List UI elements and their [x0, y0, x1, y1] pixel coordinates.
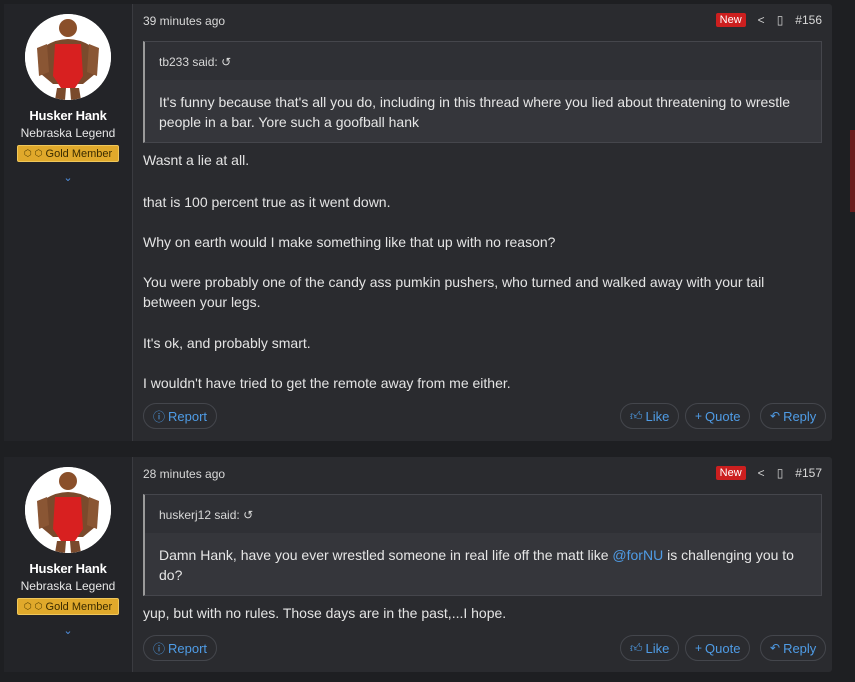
like-button[interactable]: 👍︎ Like [620, 635, 680, 661]
post-157: Husker Hank Nebraska Legend ⬡ ⬡ Gold Mem… [4, 457, 832, 672]
new-badge: New [715, 466, 746, 480]
like-label: Like [645, 408, 670, 424]
like-button[interactable]: 👍︎ Like [620, 403, 680, 429]
user-panel: Husker Hank Nebraska Legend ⬡ ⬡ Gold Mem… [4, 4, 133, 441]
avatar[interactable] [25, 467, 111, 553]
body-paragraph: It's ok, and probably smart. [143, 335, 311, 351]
quote-author[interactable]: huskerj12 said: [159, 508, 240, 522]
post-meta: 28 minutes ago New < ▯ #157 [143, 466, 822, 483]
thumbs-up-icon: 👍︎ [630, 408, 643, 423]
report-label: Report [168, 640, 208, 656]
quote-block: huskerj12 said: ↺ Damn Hank, have you ev… [143, 494, 822, 596]
bookmark-icon[interactable]: ▯ [777, 13, 784, 27]
new-badge: New [715, 13, 746, 27]
quote-author[interactable]: tb233 said: [159, 55, 218, 69]
body-paragraph: yup, but with no rules. Those days are i… [143, 605, 507, 621]
user-mention-link[interactable]: @forNU [612, 547, 663, 563]
post-actions: ⓘ Report 👍︎ Like + Quote ↶ Reply [143, 403, 827, 429]
chevron-down-icon[interactable]: ⌄ [63, 171, 72, 184]
post-time[interactable]: 28 minutes ago [143, 467, 225, 481]
avatar-image [25, 467, 111, 553]
report-button[interactable]: ⓘ Report [143, 403, 218, 429]
info-icon: ⓘ [153, 641, 166, 656]
share-icon[interactable]: < [758, 13, 765, 27]
plus-icon: + [695, 641, 703, 655]
return-arrow-icon[interactable]: ↺ [243, 508, 253, 522]
avatar-image [25, 14, 111, 100]
body-paragraph: Why on earth would I make something like… [143, 234, 556, 250]
user-title: Nebraska Legend [20, 579, 116, 593]
quote-button[interactable]: + Quote [685, 635, 751, 661]
badge-label: Gold Member [45, 600, 113, 613]
post-main: 28 minutes ago New < ▯ #157 huskerj12 sa… [133, 457, 832, 672]
post-main: 39 minutes ago New < ▯ #156 tb233 said: … [133, 4, 832, 441]
body-paragraph: Wasnt a lie at all. [143, 152, 250, 168]
quote-label: Quote [705, 408, 741, 424]
quote-text-before: Damn Hank, have you ever wrestled someon… [159, 547, 613, 563]
username[interactable]: Husker Hank [29, 561, 106, 576]
body-paragraph: that is 100 percent true as it went down… [143, 194, 391, 210]
post-156: Husker Hank Nebraska Legend ⬡ ⬡ Gold Mem… [4, 4, 832, 441]
username[interactable]: Husker Hank [29, 108, 106, 123]
post-meta: 39 minutes ago New < ▯ #156 [143, 13, 822, 30]
chevron-down-icon[interactable]: ⌄ [63, 624, 72, 637]
reply-label: Reply [783, 408, 817, 424]
shield-icon: ⬡ [23, 148, 32, 158]
scrollbar-thumb[interactable] [850, 130, 855, 212]
shield-icon: ⬡ [23, 601, 32, 611]
avatar[interactable] [25, 14, 111, 100]
quote-text: It's funny because that's all you do, in… [145, 80, 821, 142]
quote-header: tb233 said: ↺ [145, 42, 821, 80]
body-paragraph: You were probably one of the candy ass p… [143, 274, 765, 310]
post-number[interactable]: #156 [795, 13, 822, 27]
shield-icon: ⬡ [34, 148, 43, 158]
member-badge: ⬡ ⬡ Gold Member [16, 145, 120, 162]
reply-icon: ↶ [770, 641, 781, 655]
quote-block: tb233 said: ↺ It's funny because that's … [143, 41, 822, 143]
like-label: Like [645, 640, 670, 656]
reply-icon: ↶ [770, 409, 781, 423]
body-paragraph: I wouldn't have tried to get the remote … [143, 375, 511, 391]
share-icon[interactable]: < [758, 466, 765, 480]
bookmark-icon[interactable]: ▯ [777, 466, 784, 480]
plus-icon: + [695, 409, 703, 423]
reply-button[interactable]: ↶ Reply [760, 403, 827, 429]
return-arrow-icon[interactable]: ↺ [221, 55, 231, 69]
report-button[interactable]: ⓘ Report [143, 635, 218, 661]
report-label: Report [168, 408, 208, 424]
user-panel: Husker Hank Nebraska Legend ⬡ ⬡ Gold Mem… [4, 457, 133, 672]
user-title: Nebraska Legend [20, 126, 116, 140]
post-time[interactable]: 39 minutes ago [143, 14, 225, 28]
post-actions: ⓘ Report 👍︎ Like + Quote ↶ Reply [143, 635, 827, 661]
thumbs-up-icon: 👍︎ [630, 640, 643, 655]
post-number[interactable]: #157 [795, 466, 822, 480]
reply-button[interactable]: ↶ Reply [760, 635, 827, 661]
quote-button[interactable]: + Quote [685, 403, 751, 429]
quote-label: Quote [705, 640, 741, 656]
quote-text: Damn Hank, have you ever wrestled someon… [145, 533, 821, 595]
quote-header: huskerj12 said: ↺ [145, 495, 821, 533]
shield-icon: ⬡ [34, 601, 43, 611]
member-badge: ⬡ ⬡ Gold Member [16, 598, 120, 615]
badge-label: Gold Member [45, 147, 113, 160]
info-icon: ⓘ [153, 409, 166, 424]
reply-label: Reply [783, 640, 817, 656]
